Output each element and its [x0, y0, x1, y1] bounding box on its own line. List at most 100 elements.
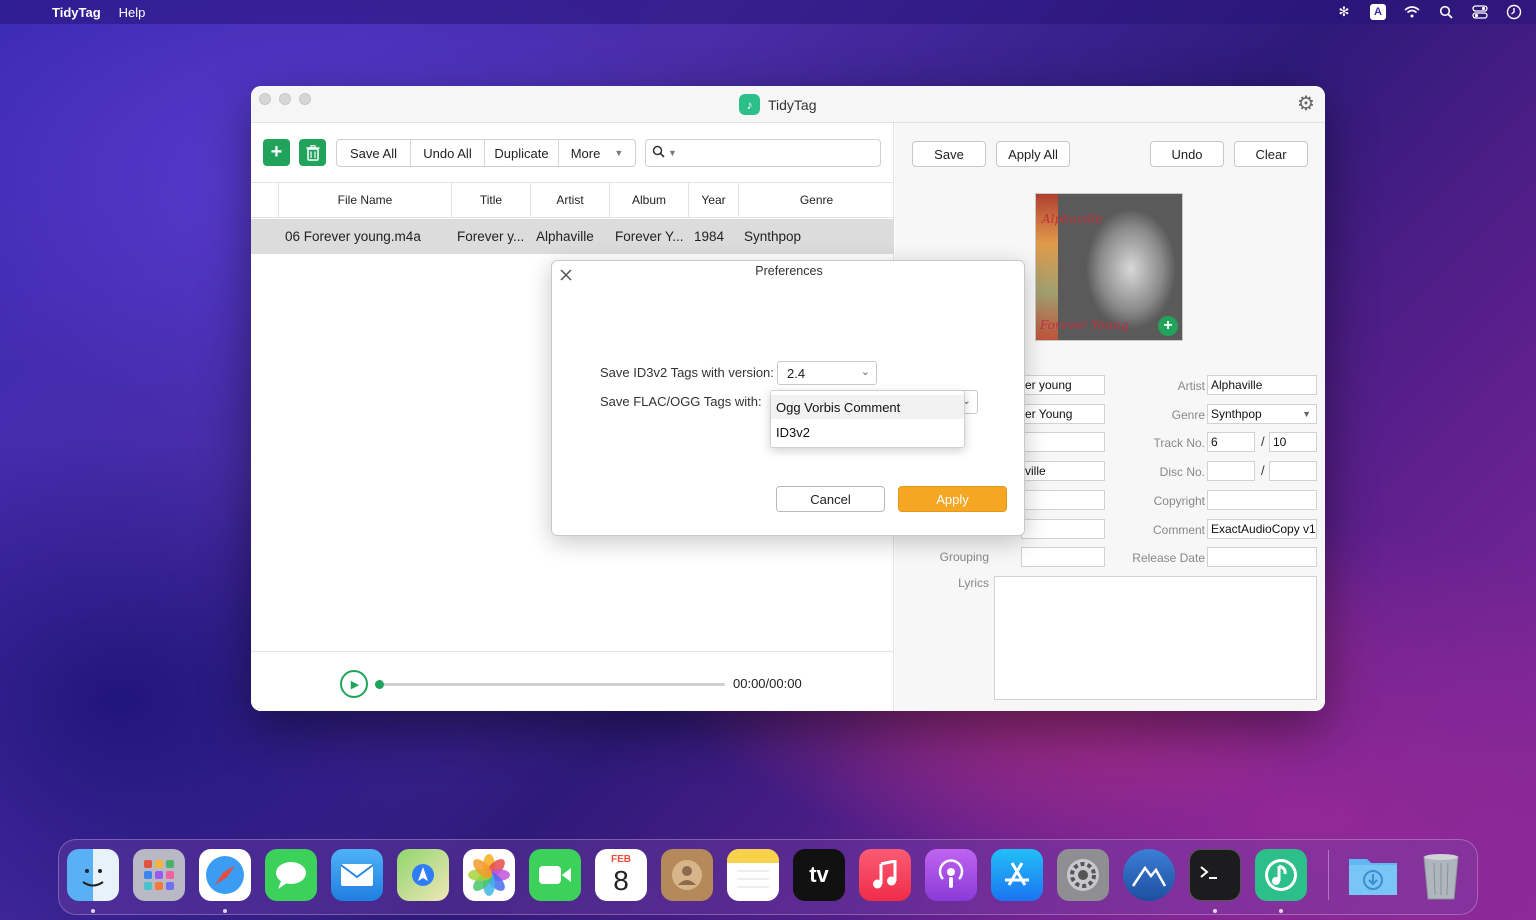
- trash-icon: [306, 144, 319, 161]
- composer-field[interactable]: ville: [1021, 461, 1105, 481]
- add-artwork-icon[interactable]: +: [1158, 316, 1178, 336]
- launchpad-icon[interactable]: [133, 849, 185, 901]
- option-id3v2[interactable]: ID3v2: [771, 420, 964, 444]
- column-header-title[interactable]: Title: [452, 183, 531, 217]
- close-icon[interactable]: [558, 267, 574, 283]
- calendar-icon[interactable]: FEB 8: [595, 849, 647, 901]
- photos-icon[interactable]: [463, 849, 515, 901]
- close-window-button[interactable]: [259, 93, 271, 105]
- genre-value: Synthpop: [1211, 407, 1262, 421]
- more-menu-button[interactable]: More ▼: [559, 140, 635, 166]
- save-all-button[interactable]: Save All: [337, 140, 411, 166]
- finder-running-indicator: [91, 909, 95, 913]
- bpm-field[interactable]: [1021, 519, 1105, 539]
- copyright-label: Copyright: [1153, 494, 1205, 508]
- album-artist-field[interactable]: [1021, 432, 1105, 452]
- settings-gear-icon[interactable]: ⚙: [1295, 93, 1317, 115]
- release-date-field[interactable]: [1207, 547, 1317, 567]
- column-header-file-name[interactable]: File Name: [279, 183, 452, 217]
- lyrics-field[interactable]: [994, 576, 1317, 700]
- title-bar: ♪ TidyTag ⚙: [251, 86, 1325, 123]
- spotlight-icon[interactable]: [1438, 4, 1454, 20]
- system-preferences-icon[interactable]: [1057, 849, 1109, 901]
- cell-title: Forever y...: [457, 229, 525, 244]
- clear-button[interactable]: Clear: [1234, 141, 1308, 167]
- column-header-album[interactable]: Album: [610, 183, 689, 217]
- copyright-field[interactable]: [1207, 490, 1317, 510]
- podcasts-icon[interactable]: [925, 849, 977, 901]
- add-files-button[interactable]: +: [263, 139, 290, 166]
- tidytag-dock-icon[interactable]: [1255, 849, 1307, 901]
- option-ogg-vorbis-comment[interactable]: Ogg Vorbis Comment: [771, 395, 964, 419]
- apple-tv-label: tv: [809, 862, 829, 887]
- search-input[interactable]: ▼: [645, 139, 881, 167]
- mail-icon[interactable]: [331, 849, 383, 901]
- bug-icon[interactable]: ✻: [1336, 4, 1352, 20]
- safari-running-indicator: [223, 909, 227, 913]
- zoom-window-button[interactable]: [299, 93, 311, 105]
- maps-icon[interactable]: [397, 849, 449, 901]
- status-area: ✻ A: [1336, 0, 1522, 24]
- cell-artist: Alphaville: [536, 229, 594, 244]
- artist-field[interactable]: Alphaville: [1207, 375, 1317, 395]
- genre-select[interactable]: Synthpop ▼: [1207, 404, 1317, 424]
- play-icon: ▶: [350, 678, 360, 691]
- search-options-chevron-icon[interactable]: ▼: [668, 148, 677, 158]
- apply-all-button[interactable]: Apply All: [996, 141, 1070, 167]
- notes-icon[interactable]: [727, 849, 779, 901]
- dock-separator: [1328, 850, 1329, 900]
- downloads-folder-icon[interactable]: [1347, 849, 1399, 901]
- column-header-select[interactable]: [251, 183, 279, 217]
- album-artwork[interactable]: Alphaville Forever Young +: [1035, 193, 1183, 341]
- title-field[interactable]: er young: [1021, 375, 1105, 395]
- apply-button[interactable]: Apply: [898, 486, 1007, 512]
- id3-version-select[interactable]: 2.4 ⌄: [777, 361, 877, 385]
- table-header: File Name Title Artist Album Year Genre: [251, 182, 894, 218]
- comment-field[interactable]: ExactAudioCopy v1.0l: [1207, 519, 1317, 539]
- menu-help[interactable]: Help: [119, 5, 146, 20]
- music-icon[interactable]: [859, 849, 911, 901]
- chevron-down-icon: ⌄: [860, 366, 870, 378]
- contacts-icon[interactable]: [661, 849, 713, 901]
- grouping-field[interactable]: [1021, 547, 1105, 567]
- trash-dock-icon[interactable]: [1415, 849, 1467, 901]
- apple-tv-icon[interactable]: tv: [793, 849, 845, 901]
- messages-icon[interactable]: [265, 849, 317, 901]
- facetime-icon[interactable]: [529, 849, 581, 901]
- safari-icon[interactable]: [199, 849, 251, 901]
- toolbar-segmented: Save All Undo All Duplicate More ▼: [336, 139, 636, 167]
- input-source-icon[interactable]: A: [1370, 4, 1386, 20]
- altitude-icon[interactable]: [1123, 849, 1175, 901]
- year-field[interactable]: [1021, 490, 1105, 510]
- table-row[interactable]: 06 Forever young.m4a Forever y... Alphav…: [251, 219, 894, 254]
- artist-label: Artist: [1177, 379, 1205, 393]
- clock-icon[interactable]: [1506, 4, 1522, 20]
- play-button[interactable]: ▶: [340, 670, 368, 698]
- album-field[interactable]: er Young: [1021, 404, 1105, 424]
- disc-number-field[interactable]: [1207, 461, 1255, 481]
- minimize-window-button[interactable]: [279, 93, 291, 105]
- delete-button[interactable]: [299, 139, 326, 166]
- progress-track[interactable]: [380, 683, 725, 686]
- save-button[interactable]: Save: [912, 141, 986, 167]
- id3-version-label: Save ID3v2 Tags with version:: [600, 365, 774, 380]
- cancel-button[interactable]: Cancel: [776, 486, 885, 512]
- chevron-down-icon: ▼: [1302, 409, 1311, 419]
- column-header-artist[interactable]: Artist: [531, 183, 610, 217]
- notes-header: [727, 849, 779, 863]
- column-header-genre[interactable]: Genre: [739, 183, 894, 217]
- control-center-icon[interactable]: [1472, 4, 1488, 20]
- column-header-year[interactable]: Year: [689, 183, 739, 217]
- menu-app-name[interactable]: TidyTag: [52, 5, 101, 20]
- progress-knob[interactable]: [375, 680, 384, 689]
- track-total-field[interactable]: 10: [1269, 432, 1317, 452]
- undo-all-button[interactable]: Undo All: [411, 140, 485, 166]
- duplicate-button[interactable]: Duplicate: [485, 140, 559, 166]
- track-number-field[interactable]: 6: [1207, 432, 1255, 452]
- app-store-icon[interactable]: [991, 849, 1043, 901]
- terminal-icon[interactable]: [1189, 849, 1241, 901]
- finder-icon[interactable]: [67, 849, 119, 901]
- disc-total-field[interactable]: [1269, 461, 1317, 481]
- undo-button[interactable]: Undo: [1150, 141, 1224, 167]
- wifi-icon[interactable]: [1404, 4, 1420, 20]
